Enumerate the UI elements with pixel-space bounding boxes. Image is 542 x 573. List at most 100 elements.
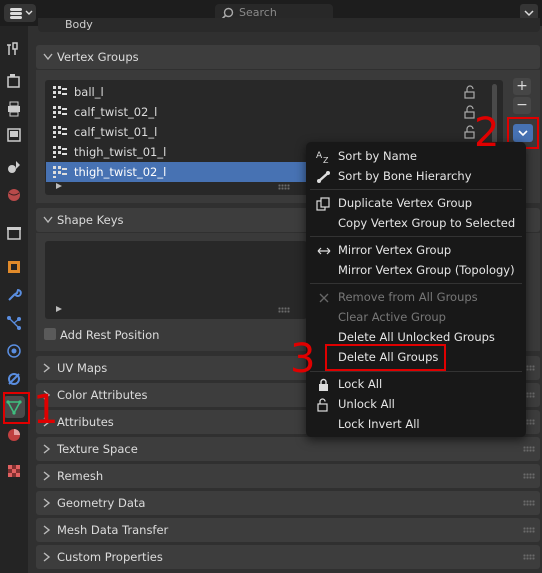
- menu-item[interactable]: Duplicate Vertex Group: [338, 196, 472, 210]
- vertex-group-row[interactable]: ball_l: [46, 82, 336, 102]
- panel-title: Custom Properties: [57, 550, 163, 564]
- particles-icon: [7, 316, 21, 330]
- x-icon: [316, 291, 332, 308]
- image-stack-icon: [7, 128, 21, 142]
- panel-title: Remesh: [57, 469, 104, 483]
- tab-render[interactable]: [3, 70, 25, 92]
- duplicate-icon: [316, 197, 332, 214]
- checker-icon: [8, 465, 20, 477]
- chevron-right-icon: [43, 471, 51, 481]
- menu-item[interactable]: Sort by Bone Hierarchy: [338, 169, 472, 183]
- vertex-groups-title: Vertex Groups: [57, 50, 139, 64]
- tab-collection[interactable]: [3, 222, 25, 244]
- panel-title: Mesh Data Transfer: [57, 523, 169, 537]
- menu-separator: [310, 283, 522, 284]
- list-expand-triangle-icon[interactable]: [55, 182, 63, 190]
- object-square-icon: [8, 261, 20, 273]
- panel-title: Texture Space: [57, 442, 138, 456]
- menu-separator: [310, 236, 522, 237]
- menu-item[interactable]: Lock All: [338, 377, 382, 391]
- menu-item[interactable]: Lock Invert All: [338, 417, 420, 431]
- tab-scene[interactable]: [3, 156, 25, 178]
- list-expand-triangle-icon[interactable]: [55, 305, 63, 313]
- scene-icon: [8, 161, 20, 173]
- tab-constraints[interactable]: [3, 368, 25, 390]
- vertex-group-name: ball_l: [74, 85, 104, 99]
- remove-vertex-group-button[interactable]: −: [513, 97, 531, 114]
- editor-type-button[interactable]: [4, 4, 36, 22]
- svg-text:A: A: [316, 151, 323, 161]
- tool-icon: [7, 42, 18, 55]
- list-resize-grip[interactable]: [278, 307, 290, 313]
- chevron-right-icon: [43, 498, 51, 508]
- panel-drag-grip[interactable]: [523, 500, 535, 506]
- tab-view-layer[interactable]: [3, 124, 25, 146]
- lock-closed-icon: [316, 378, 332, 395]
- collapsed-panel-header[interactable]: Mesh Data Transfer: [36, 518, 540, 542]
- vertex-groups-panel-header[interactable]: Vertex Groups: [36, 45, 540, 69]
- menu-item[interactable]: Clear Active Group: [338, 310, 446, 324]
- panel-title: UV Maps: [57, 361, 108, 375]
- chevron-right-icon: [43, 444, 51, 454]
- properties-tab-strip: [0, 26, 28, 573]
- menu-separator: [310, 189, 522, 190]
- tab-object[interactable]: [3, 256, 25, 278]
- collapsed-panel-header[interactable]: Texture Space: [36, 437, 540, 461]
- lock-open-icon[interactable]: [463, 85, 477, 102]
- menu-item[interactable]: Unlock All: [338, 397, 395, 411]
- panel-drag-grip[interactable]: [523, 527, 535, 533]
- shape-keys-title: Shape Keys: [57, 213, 124, 227]
- tab-material[interactable]: [3, 424, 25, 446]
- chevron-right-icon: [43, 525, 51, 535]
- collapsed-panel-header[interactable]: Custom Properties: [36, 545, 540, 569]
- menu-item[interactable]: Remove from All Groups: [338, 290, 478, 304]
- vertex-group-row[interactable]: calf_twist_01_l: [46, 122, 336, 142]
- tab-particles[interactable]: [3, 312, 25, 334]
- menu-separator: [310, 371, 522, 372]
- list-resize-grip[interactable]: [278, 184, 290, 190]
- tab-output[interactable]: [3, 98, 25, 120]
- annotation-box-1: [3, 392, 30, 424]
- vertex-group-row[interactable]: thigh_twist_02_l: [46, 162, 336, 182]
- sort-alpha-icon: AZ: [316, 150, 332, 167]
- tab-modifiers[interactable]: [3, 284, 25, 306]
- tab-texture[interactable]: [3, 460, 25, 482]
- tab-physics[interactable]: [3, 340, 25, 362]
- annotation-number-1: 1: [33, 387, 59, 433]
- menu-item[interactable]: Mirror Vertex Group (Topology): [338, 263, 515, 277]
- vertex-group-name: calf_twist_02_l: [74, 105, 158, 119]
- menu-item[interactable]: Copy Vertex Group to Selected: [338, 216, 515, 230]
- collection-box-icon: [7, 227, 21, 240]
- vertex-group-icon: [53, 126, 67, 138]
- add-rest-position-checkbox[interactable]: [44, 328, 56, 340]
- menu-item[interactable]: Mirror Vertex Group: [338, 243, 451, 257]
- shape-key-list[interactable]: [45, 241, 307, 319]
- chevron-down-icon: [43, 53, 53, 61]
- vertex-group-row[interactable]: thigh_twist_01_l: [46, 142, 336, 162]
- add-vertex-group-button[interactable]: +: [513, 78, 531, 95]
- add-rest-position-label: Add Rest Position: [60, 328, 160, 342]
- tab-world[interactable]: [3, 184, 25, 206]
- collapsed-panel-header[interactable]: Remesh: [36, 464, 540, 488]
- vertex-group-name: thigh_twist_01_l: [74, 145, 167, 159]
- object-name-value: Body: [65, 18, 93, 31]
- vertex-group-icon: [53, 146, 67, 158]
- world-icon: [8, 189, 20, 201]
- panel-title: Attributes: [57, 415, 114, 429]
- menu-item[interactable]: Sort by Name: [338, 149, 417, 163]
- panel-drag-grip[interactable]: [523, 446, 535, 452]
- panel-title: Color Attributes: [57, 388, 148, 402]
- panel-drag-grip[interactable]: [523, 473, 535, 479]
- annotation-number-2: 2: [474, 110, 500, 156]
- menu-item[interactable]: Delete All Unlocked Groups: [338, 330, 495, 344]
- object-name-field[interactable]: [38, 18, 540, 32]
- panel-drag-grip[interactable]: [523, 554, 535, 560]
- render-camera-icon: [7, 74, 20, 88]
- panel-title: Geometry Data: [57, 496, 146, 510]
- chevron-right-icon: [43, 552, 51, 562]
- vertex-group-row[interactable]: calf_twist_02_l: [46, 102, 336, 122]
- tab-tool[interactable]: [3, 38, 25, 60]
- vertex-group-name: calf_twist_01_l: [74, 125, 158, 139]
- mirror-arrows-icon: [316, 244, 332, 261]
- collapsed-panel-header[interactable]: Geometry Data: [36, 491, 540, 515]
